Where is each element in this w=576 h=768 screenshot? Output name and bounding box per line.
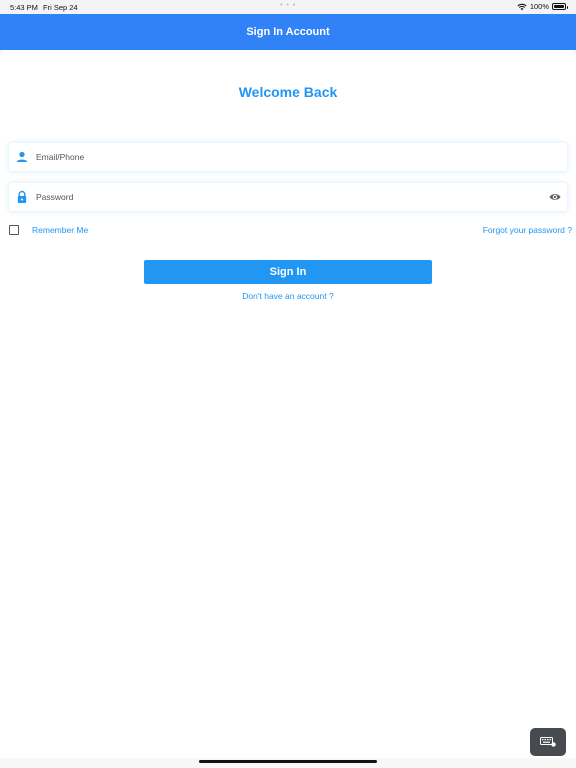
wifi-icon — [517, 3, 527, 10]
keyboard-icon — [540, 737, 556, 747]
user-icon — [16, 151, 28, 162]
signup-row: Don't have an account ? — [0, 291, 576, 301]
status-date: Fri Sep 24 — [43, 3, 78, 12]
password-input[interactable] — [36, 183, 536, 211]
eye-icon[interactable] — [549, 191, 561, 203]
lock-icon — [17, 190, 27, 203]
welcome-heading: Welcome Back — [238, 84, 338, 100]
home-indicator[interactable] — [199, 760, 377, 763]
battery-icon — [552, 3, 568, 10]
email-input[interactable] — [36, 143, 536, 171]
multitask-dots-icon[interactable]: • • • — [280, 2, 296, 9]
remember-label[interactable]: Remember Me — [32, 225, 88, 235]
forgot-password-link[interactable]: Forgot your password ? — [483, 225, 572, 235]
status-time: 5:43 PM — [10, 3, 38, 12]
login-card: Welcome Back Remember Me — [0, 50, 576, 758]
email-field[interactable] — [9, 143, 567, 171]
sign-in-button[interactable]: Sign In — [144, 260, 432, 284]
status-bar: 5:43 PM Fri Sep 24 • • • 100% — [0, 0, 576, 14]
status-right: 100% — [517, 2, 568, 11]
page-title: Sign In Account — [246, 26, 330, 38]
battery-fill — [554, 5, 564, 8]
nav-header: Sign In Account — [0, 14, 576, 50]
app-screen: 5:43 PM Fri Sep 24 • • • 100% Sign In Ac… — [0, 0, 576, 768]
remember-checkbox[interactable] — [9, 225, 19, 235]
keyboard-toggle-button[interactable] — [530, 728, 566, 756]
signup-link[interactable]: Don't have an account ? — [242, 291, 333, 301]
battery-percent: 100% — [529, 2, 549, 11]
password-field[interactable] — [9, 183, 567, 211]
remember-row: Remember Me Forgot your password ? — [9, 224, 572, 238]
